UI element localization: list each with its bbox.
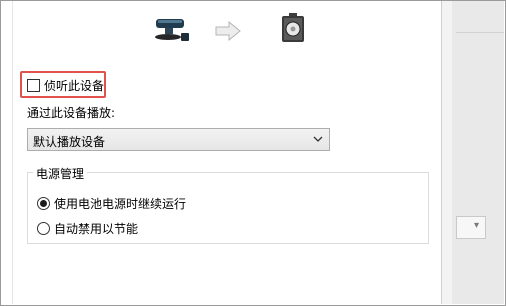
listen-to-device-checkbox[interactable] [27,79,40,92]
playback-device-label: 通过此设备播放: [27,106,116,120]
listen-tab-panel [1,1,442,304]
right-arrow-icon [215,21,241,41]
listen-to-device-label[interactable]: 侦听此设备 [44,77,104,94]
chevron-down-icon [313,136,323,142]
power-management-title: 电源管理 [33,165,88,182]
background-divider [456,32,504,33]
microphone-device-icon [155,19,189,41]
panel-left-border [12,1,13,304]
playback-device-dropdown[interactable]: 默认播放设备 [27,128,330,151]
auto-disable-save-power-label[interactable]: 自动禁用以节能 [54,220,138,237]
background-window-content [452,1,504,304]
background-dropdown: ▾ [456,216,486,239]
auto-disable-save-power-radio[interactable] [37,222,50,235]
chevron-down-icon: ▾ [473,220,479,231]
continue-on-battery-label[interactable]: 使用电池电源时继续运行 [54,195,186,212]
playback-device-value: 默认播放设备 [33,135,106,149]
speaker-device-icon [282,13,304,42]
continue-on-battery-radio[interactable] [37,197,50,210]
